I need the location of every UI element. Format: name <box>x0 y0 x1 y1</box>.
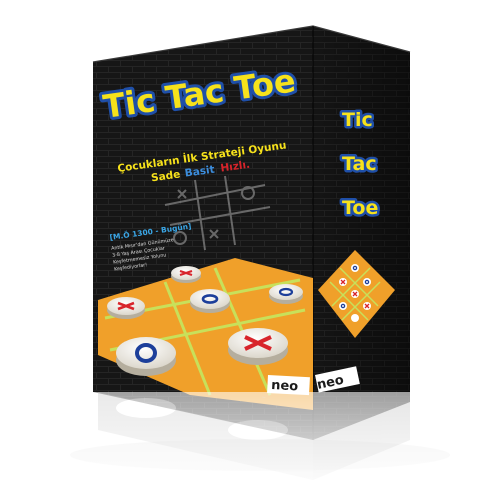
svg-text:Tac: Tac <box>342 153 377 175</box>
svg-text:Toe: Toe <box>342 197 378 219</box>
product-box-scene: Tic Tac Toe Tic Tac Toe Çocukların İlk S… <box>0 25 500 500</box>
o-piece-icon <box>190 289 230 313</box>
x-piece-icon <box>228 328 288 365</box>
o-piece-icon <box>269 284 303 304</box>
x-piece-icon <box>171 266 201 283</box>
svg-text:neo: neo <box>271 378 299 394</box>
o-piece-icon <box>116 337 176 376</box>
svg-text:Tic: Tic <box>342 109 373 131</box>
x-piece-icon <box>107 297 145 319</box>
reflection-fade <box>0 392 500 500</box>
